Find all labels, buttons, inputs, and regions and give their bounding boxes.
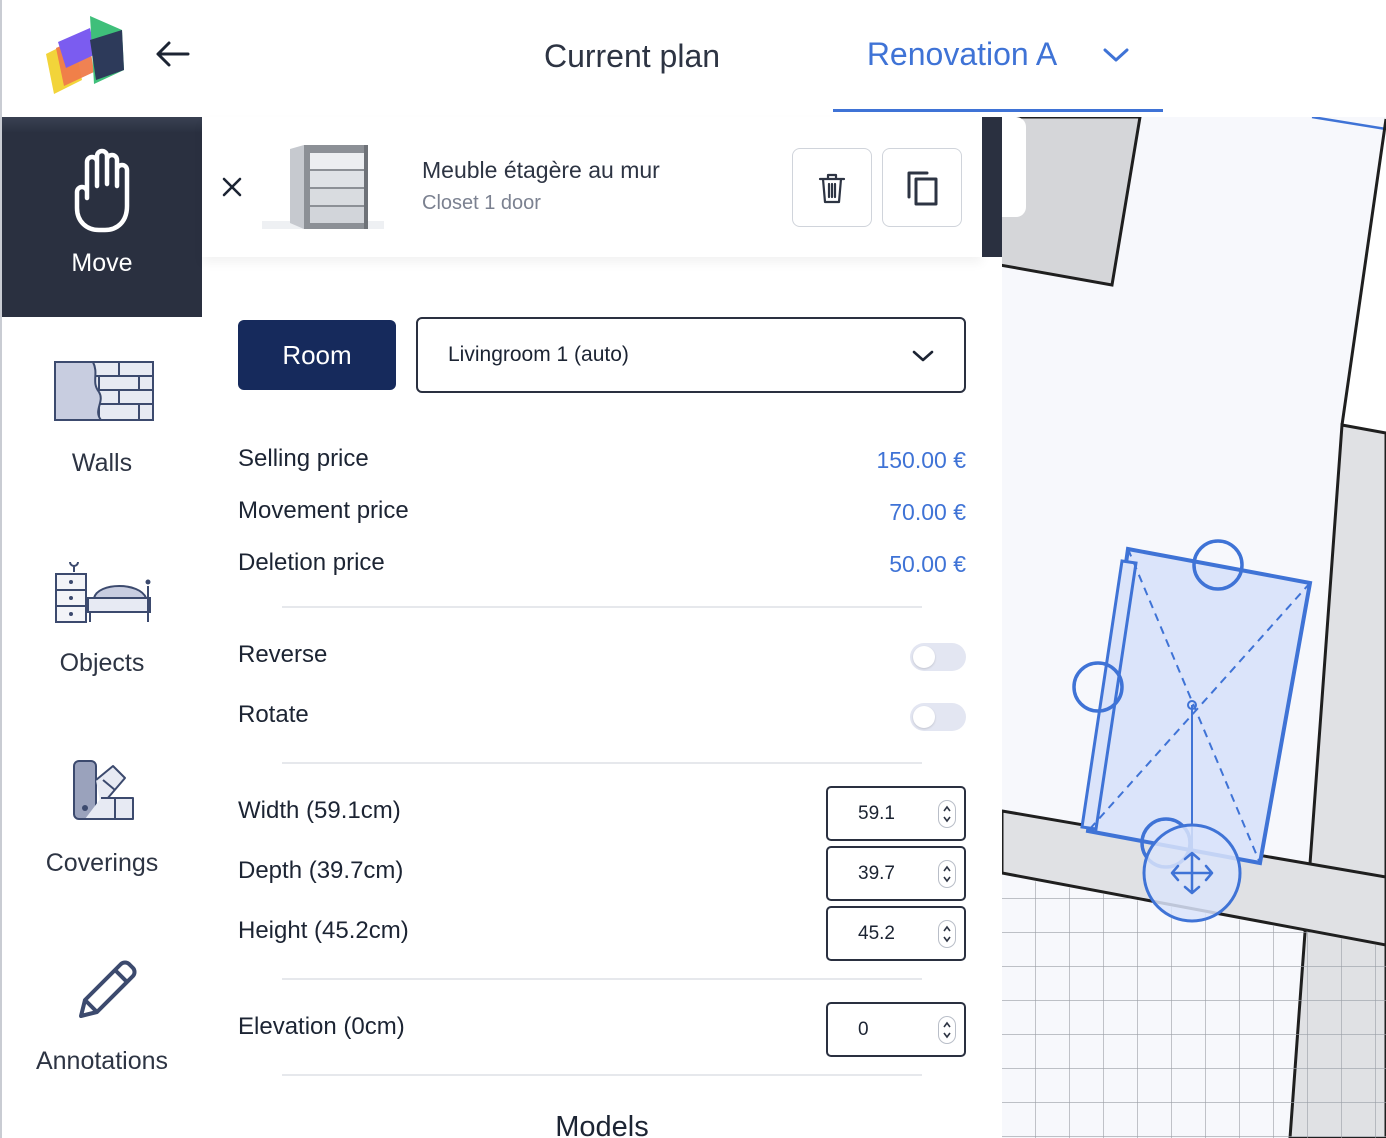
tab-current-plan[interactable]: Current plan (482, 0, 782, 112)
room-button[interactable]: Room (238, 320, 396, 390)
duplicate-button[interactable] (882, 148, 962, 227)
height-stepper[interactable] (938, 920, 956, 948)
tool-sidebar: Move Walls Objects Coverings Annotations (0, 117, 202, 1138)
floor-plan-canvas[interactable] (1002, 117, 1386, 1138)
elevation-label: Elevation (0cm) (238, 1013, 405, 1040)
app-logo (44, 14, 128, 96)
elevation-stepper[interactable] (938, 1016, 956, 1044)
toggle-knob (913, 706, 935, 728)
upper-furniture-inner (1002, 117, 1026, 217)
divider (282, 978, 922, 980)
object-thumbnail (260, 143, 386, 235)
reverse-toggle[interactable] (910, 643, 966, 671)
chevron-down-icon (912, 345, 934, 369)
tab-renovation-a[interactable]: Renovation A (833, 0, 1163, 112)
rotate-label: Rotate (238, 701, 309, 728)
depth-label: Depth (39.7cm) (238, 857, 404, 884)
room-select[interactable]: Livingroom 1 (auto) (416, 317, 966, 393)
reverse-label: Reverse (238, 641, 328, 668)
object-name: Meuble étagère au mur (422, 157, 660, 183)
elevation-value: 0 (858, 1018, 869, 1040)
movement-price-label: Movement price (238, 497, 409, 524)
width-stepper[interactable] (938, 800, 956, 828)
deletion-price-value: 50.00 € (889, 551, 966, 577)
delete-button[interactable] (792, 148, 872, 227)
divider (282, 762, 922, 764)
chevron-down-icon[interactable] (1103, 47, 1129, 63)
sidebar-item-label: Walls (71, 449, 133, 477)
height-input[interactable]: 45.2 (826, 906, 966, 961)
arrow-left-icon (156, 41, 190, 67)
tab-current-plan-label: Current plan (543, 37, 721, 74)
copy-icon (907, 171, 938, 205)
close-button[interactable] (218, 173, 246, 201)
divider (282, 1074, 922, 1076)
swatch-icon (52, 755, 156, 827)
object-header: Meuble étagère au mur Closet 1 door (202, 117, 982, 257)
depth-stepper[interactable] (938, 860, 956, 888)
selling-price-label: Selling price (238, 445, 369, 472)
sidebar-item-objects[interactable]: Objects (2, 517, 202, 717)
room-select-value: Livingroom 1 (auto) (448, 343, 629, 366)
tab-renovation-label: Renovation A (866, 36, 1058, 72)
elevation-input[interactable]: 0 (826, 1002, 966, 1057)
width-value: 59.1 (858, 802, 895, 824)
rotate-toggle[interactable] (910, 703, 966, 731)
object-properties-panel: Meuble étagère au mur Closet 1 door Room… (202, 117, 1002, 1138)
height-label: Height (45.2cm) (238, 917, 409, 944)
panel-edge (982, 117, 1002, 257)
divider (282, 606, 922, 608)
width-input[interactable]: 59.1 (826, 786, 966, 841)
deletion-price-label: Deletion price (238, 549, 385, 576)
top-header: Current plan Renovation A (0, 0, 1386, 117)
sidebar-item-label: Annotations (35, 1047, 169, 1075)
depth-input[interactable]: 39.7 (826, 846, 966, 901)
hand-icon (52, 148, 156, 233)
sidebar-item-annotations[interactable]: Annotations (2, 917, 202, 1117)
brick-wall-icon (52, 355, 156, 427)
trash-icon (818, 173, 846, 203)
pencil-icon (52, 955, 156, 1027)
width-label: Width (59.1cm) (238, 797, 401, 824)
depth-value: 39.7 (858, 862, 895, 884)
sidebar-item-coverings[interactable]: Coverings (2, 717, 202, 917)
furniture-icon (52, 555, 156, 627)
sidebar-item-move[interactable]: Move (2, 117, 202, 317)
selection-edge-line (1311, 117, 1386, 131)
sidebar-item-label: Objects (59, 649, 145, 677)
object-subtitle: Closet 1 door (422, 192, 541, 214)
sidebar-item-label: Move (71, 249, 133, 277)
sidebar-item-walls[interactable]: Walls (2, 317, 202, 517)
toggle-knob (913, 646, 935, 668)
close-icon (222, 177, 242, 197)
height-value: 45.2 (858, 922, 895, 944)
sidebar-item-label: Coverings (45, 849, 159, 877)
movement-price-value: 70.00 € (889, 499, 966, 525)
back-button[interactable] (150, 34, 194, 74)
models-title: Models (555, 1111, 649, 1138)
selling-price-value: 150.00 € (876, 447, 966, 473)
